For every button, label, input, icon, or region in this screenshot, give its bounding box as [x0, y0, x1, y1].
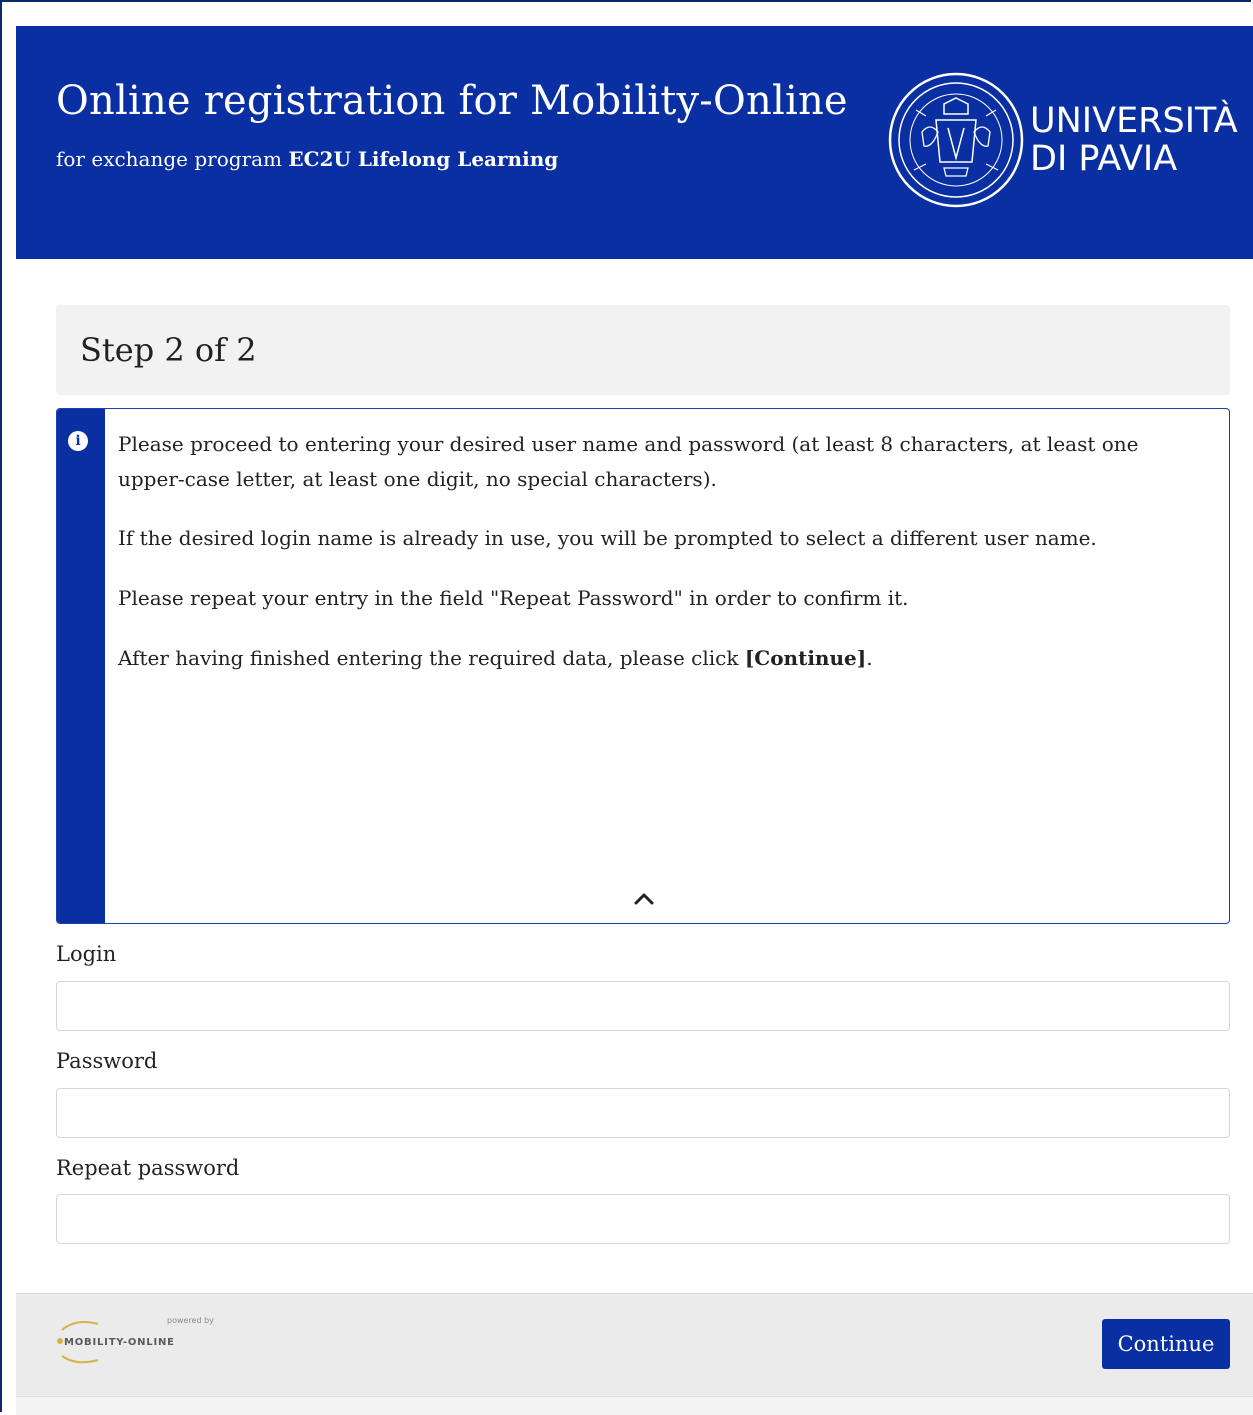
info-paragraph-suffix: . — [866, 646, 873, 670]
continue-reference: [Continue] — [744, 646, 867, 670]
page-header: Online registration for Mobility-Online … — [16, 26, 1253, 259]
info-text: Please proceed to entering your desired … — [118, 427, 1208, 701]
login-label: Login — [56, 942, 117, 966]
step-card: Step 2 of 2 — [56, 305, 1230, 395]
info-paragraph: Please proceed to entering your desired … — [118, 432, 1139, 491]
info-paragraph: After having finished entering the requi… — [118, 641, 1208, 676]
page-subtitle: for exchange program EC2U Lifelong Learn… — [56, 147, 558, 171]
university-name: UNIVERSITÀ DI PAVIA — [1030, 102, 1238, 178]
info-stripe: i — [57, 409, 105, 923]
repeat-password-input[interactable] — [56, 1194, 1230, 1244]
step-title: Step 2 of 2 — [80, 331, 257, 369]
info-paragraph: If the desired login name is already in … — [118, 526, 1097, 550]
password-label: Password — [56, 1049, 158, 1073]
info-paragraph: Please repeat your entry in the field "R… — [118, 586, 909, 610]
footer-bottom-strip — [16, 1396, 1253, 1415]
info-paragraph-prefix: After having finished entering the requi… — [118, 646, 745, 670]
mobility-online-logo: powered by MOBILITY-ONLINE — [54, 1316, 234, 1378]
mobility-online-brand: MOBILITY-ONLINE — [64, 1337, 175, 1348]
login-input[interactable] — [56, 981, 1230, 1031]
chevron-up-icon[interactable] — [627, 885, 661, 913]
continue-button[interactable]: Continue — [1102, 1319, 1230, 1369]
page-title: Online registration for Mobility-Online — [56, 78, 848, 124]
subtitle-prefix: for exchange program — [56, 147, 289, 171]
program-name: EC2U Lifelong Learning — [288, 147, 559, 171]
password-input[interactable] — [56, 1088, 1230, 1138]
university-name-line2: DI PAVIA — [1030, 139, 1178, 179]
university-name-line1: UNIVERSITÀ — [1030, 101, 1238, 141]
info-icon: i — [68, 431, 88, 451]
repeat-password-label: Repeat password — [56, 1156, 240, 1180]
powered-by-text: powered by — [167, 1316, 214, 1325]
page-footer: powered by MOBILITY-ONLINE Continue — [16, 1293, 1253, 1397]
university-seal-icon — [888, 72, 1024, 208]
info-panel: i Please proceed to entering your desire… — [56, 408, 1230, 924]
